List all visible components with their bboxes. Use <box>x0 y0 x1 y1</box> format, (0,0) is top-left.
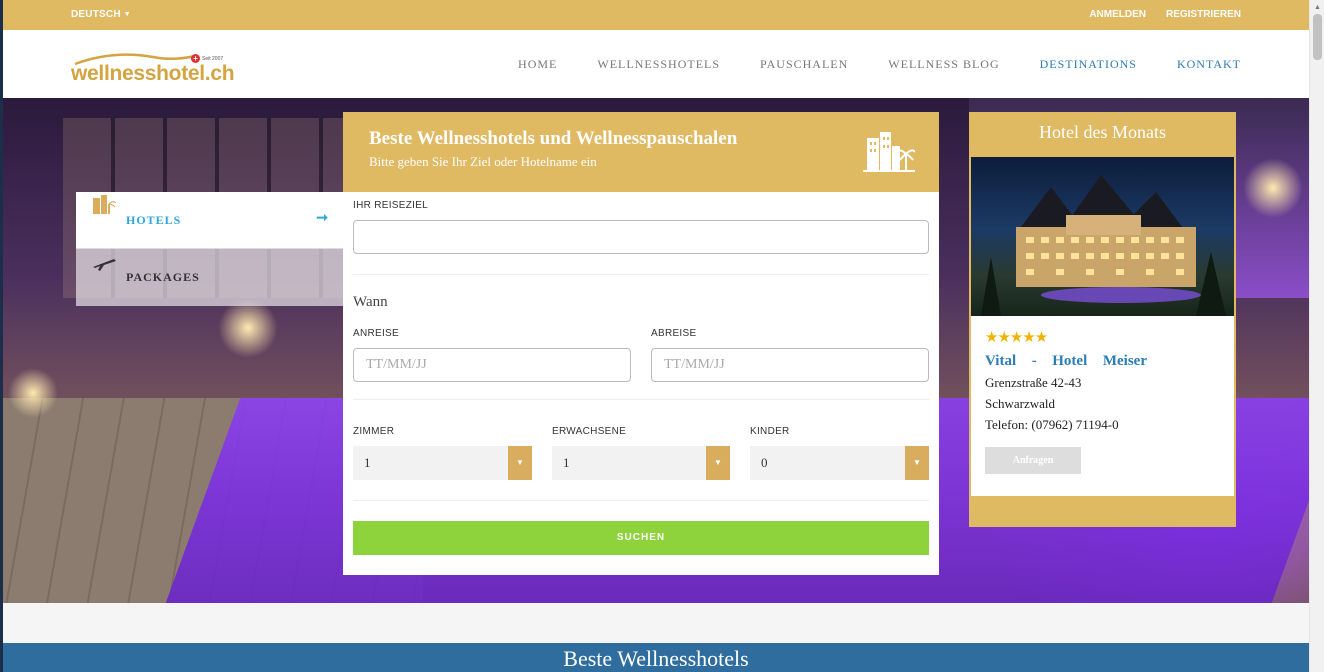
site-logo[interactable]: wellnesshotel.ch + Seit 2007 <box>71 52 241 86</box>
swiss-cross-icon: + <box>191 54 200 63</box>
tab-packages-label: PACKAGES <box>126 270 200 284</box>
login-link[interactable]: ANMELDEN <box>1089 9 1146 20</box>
adults-select[interactable]: 1 ▼ <box>552 446 730 480</box>
arrival-date-input[interactable]: TT/MM/JJ <box>353 348 631 382</box>
hotel-name-part: Vital <box>985 353 1017 369</box>
logo-text: wellnesshotel.ch <box>71 62 235 85</box>
header: wellnesshotel.ch + Seit 2007 HOME WELLNE… <box>3 30 1309 98</box>
adults-value: 1 <box>563 455 570 470</box>
logo-since: Seit 2007 <box>202 56 224 62</box>
nav-wellnesshotels[interactable]: WELLNESSHOTELS <box>597 57 720 72</box>
rooms-value: 1 <box>364 455 371 470</box>
hotel-building-icon <box>93 195 117 214</box>
divider <box>353 274 929 275</box>
divider <box>353 500 929 501</box>
adults-label: ERWACHSENE <box>552 426 627 437</box>
hotel-photo[interactable] <box>971 157 1234 316</box>
search-button[interactable]: SUCHEN <box>353 521 929 555</box>
hotel-name-link[interactable]: Vital - Hotel Meiser <box>985 353 1147 370</box>
dropdown-arrow-icon: ▼ <box>706 446 730 480</box>
divider <box>353 399 929 400</box>
hero-lamp <box>1243 158 1303 218</box>
caret-down-icon: ▼ <box>123 11 131 18</box>
hotel-region: Schwarzwald <box>985 396 1056 411</box>
vertical-scrollbar[interactable]: ▲ <box>1309 0 1324 672</box>
scrollbar-thumb[interactable] <box>1313 14 1322 60</box>
when-heading: Wann <box>353 294 388 310</box>
hotel-of-month-card: Hotel des Monats ★★★★★ Vital - Hotel Mei… <box>969 112 1236 527</box>
search-type-tabs: HOTELS ➞ PACKAGES <box>76 192 343 306</box>
destination-input[interactable] <box>353 220 929 254</box>
hero-lamp <box>8 368 58 418</box>
tab-hotels-label: HOTELS <box>126 212 182 227</box>
search-title: Beste Wellnesshotels und Wellnesspauscha… <box>369 128 738 149</box>
airplane-icon <box>93 259 116 271</box>
request-button[interactable]: Anfragen <box>985 447 1081 474</box>
scroll-up-icon[interactable]: ▲ <box>1314 3 1321 11</box>
search-panel: Beste Wellnesshotels und Wellnesspauscha… <box>343 112 939 575</box>
departure-label: ABREISE <box>651 328 697 339</box>
section-heading-bar: Beste Wellnesshotels <box>3 643 1309 672</box>
dropdown-arrow-icon: ▼ <box>905 446 929 480</box>
language-selector[interactable]: DEUTSCH ▼ <box>71 9 131 20</box>
hotel-of-month-title: Hotel des Monats <box>1039 122 1166 142</box>
dropdown-arrow-icon: ▼ <box>508 446 532 480</box>
hotel-name-part: - <box>1031 353 1037 369</box>
children-label: KINDER <box>750 426 790 437</box>
nav-home[interactable]: HOME <box>518 57 557 72</box>
hotel-phone: Telefon: (07962) 71194-0 <box>985 417 1119 432</box>
rooms-select[interactable]: 1 ▼ <box>353 446 532 480</box>
auth-links: ANMELDEN REGISTRIEREN <box>1089 9 1241 20</box>
arrival-label: ANREISE <box>353 328 400 339</box>
rooms-label: ZIMMER <box>353 426 395 437</box>
register-link[interactable]: REGISTRIEREN <box>1166 9 1241 20</box>
nav-wellness-blog[interactable]: WELLNESS BLOG <box>888 57 999 72</box>
hotel-street: Grenzstraße 42-43 <box>985 375 1082 390</box>
search-panel-header: Beste Wellnesshotels und Wellnesspauscha… <box>343 112 939 192</box>
hotel-details: ★★★★★ Vital - Hotel Meiser Grenzstraße 4… <box>971 316 1234 496</box>
main-nav: HOME WELLNESSHOTELS PAUSCHALEN WELLNESS … <box>518 57 1241 72</box>
hotel-name-part: Meiser <box>1102 353 1147 369</box>
hotel-name-part: Hotel <box>1052 353 1088 369</box>
tab-hotels[interactable]: HOTELS ➞ <box>76 192 343 249</box>
nav-destinations[interactable]: DESTINATIONS <box>1040 57 1137 72</box>
section-heading: Beste Wellnesshotels <box>563 646 749 671</box>
nav-kontakt[interactable]: KONTAKT <box>1177 57 1241 72</box>
destination-label: IHR REISEZIEL <box>353 200 429 211</box>
city-palm-icon <box>863 132 915 172</box>
search-subtitle: Bitte geben Sie Ihr Ziel oder Hotelname … <box>369 154 597 169</box>
language-label: DEUTSCH <box>71 9 121 20</box>
tab-packages[interactable]: PACKAGES <box>76 249 343 306</box>
star-rating-icon: ★★★★★ <box>985 330 1048 346</box>
hotel-building-illustration <box>981 175 1226 316</box>
hero-lamp <box>218 298 278 358</box>
nav-pauschalen[interactable]: PAUSCHALEN <box>760 57 848 72</box>
departure-date-input[interactable]: TT/MM/JJ <box>651 348 929 382</box>
children-select[interactable]: 0 ▼ <box>750 446 929 480</box>
top-bar: DEUTSCH ▼ ANMELDEN REGISTRIEREN <box>3 0 1309 30</box>
arrow-right-icon: ➞ <box>316 211 329 226</box>
children-value: 0 <box>761 455 768 470</box>
